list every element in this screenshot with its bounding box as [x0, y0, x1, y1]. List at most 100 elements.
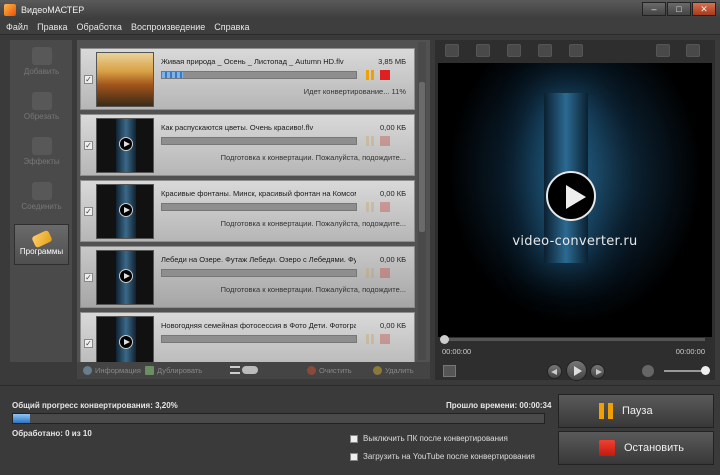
- menu-help[interactable]: Справка: [214, 22, 249, 32]
- play-icon: [119, 203, 133, 217]
- seek-knob[interactable]: [440, 335, 449, 344]
- play-icon: [119, 335, 133, 349]
- pause-icon[interactable]: [366, 334, 374, 344]
- crop-icon[interactable]: [445, 44, 459, 57]
- stop-icon[interactable]: [380, 268, 390, 278]
- close-button[interactable]: ✕: [692, 2, 716, 16]
- sidebar-effects-button[interactable]: Эффекты: [14, 134, 69, 175]
- info-icon: [83, 366, 92, 375]
- file-name: Лебеди на Озере. Футаж Лебеди. Озеро с Л…: [161, 255, 356, 264]
- file-name: Новогодняя семейная фотосессия в Фото Де…: [161, 321, 356, 330]
- list-item[interactable]: ✓ Красивые фонтаны. Минск, красивый фонт…: [80, 180, 415, 242]
- stop-icon[interactable]: [380, 136, 390, 146]
- view-toggle[interactable]: [230, 366, 258, 374]
- sidebar-join-button[interactable]: Соединить: [14, 179, 69, 220]
- stop-label: Остановить: [624, 442, 685, 454]
- list-item[interactable]: ✓ Новогодняя семейная фотосессия в Фото …: [80, 312, 415, 362]
- pause-icon[interactable]: [366, 136, 374, 146]
- item-progress-bar: [161, 203, 357, 211]
- info-label: Информация: [95, 366, 141, 375]
- scrollbar-thumb[interactable]: [419, 82, 425, 232]
- info-button[interactable]: Информация: [83, 366, 141, 375]
- menu-bar: Файл Правка Обработка Воспроизведение Сп…: [0, 19, 720, 35]
- gif-icon[interactable]: [656, 44, 670, 57]
- list-scrollbar[interactable]: [418, 42, 426, 360]
- stop-icon[interactable]: [380, 334, 390, 344]
- youtube-label: Загрузить на YouTube после конвертирован…: [363, 452, 535, 461]
- stop-icon[interactable]: [380, 70, 390, 80]
- toggle-switch-icon[interactable]: [242, 366, 258, 374]
- item-progress-bar: [161, 335, 357, 343]
- file-name: Красивые фонтаны. Минск, красивый фонтан…: [161, 189, 356, 198]
- delete-button[interactable]: Удалить: [373, 366, 414, 375]
- app-logo-icon: [4, 3, 16, 16]
- video-thumbnail: [96, 52, 154, 107]
- video-preview[interactable]: video-converter.ru: [438, 63, 712, 337]
- youtube-checkbox[interactable]: [350, 452, 358, 461]
- shutdown-checkbox[interactable]: [350, 434, 358, 443]
- title-bar: ВидеоМАСТЕР – □ ✕: [0, 0, 720, 19]
- list-item[interactable]: ✓ Живая природа _ Осень _ Листопад _ Aut…: [80, 48, 415, 110]
- volume-knob[interactable]: [701, 366, 710, 375]
- seek-bar[interactable]: [440, 335, 705, 344]
- join-icon: [31, 182, 52, 200]
- clear-button[interactable]: Очистить: [307, 366, 352, 375]
- pause-icon[interactable]: [366, 70, 374, 80]
- sidebar-programs-button[interactable]: Программы: [14, 224, 69, 265]
- list-item[interactable]: ✓ Как распускаются цветы. Очень красиво!…: [80, 114, 415, 176]
- rotate-icon[interactable]: [476, 44, 490, 57]
- video-thumbnail: [96, 184, 154, 239]
- file-size: 0,00 КБ: [380, 123, 406, 132]
- item-checkbox[interactable]: ✓: [84, 141, 93, 150]
- next-button[interactable]: [590, 364, 605, 379]
- brightness-icon[interactable]: [507, 44, 521, 57]
- delete-label: Удалить: [385, 366, 414, 375]
- youtube-option[interactable]: Загрузить на YouTube после конвертирован…: [350, 452, 535, 461]
- play-icon: [119, 269, 133, 283]
- cut-icon: [31, 92, 52, 110]
- volume-slider[interactable]: [664, 370, 706, 372]
- shutdown-option[interactable]: Выключить ПК после конвертирования: [350, 434, 508, 443]
- duplicate-button[interactable]: Дублировать: [145, 366, 202, 375]
- stop-icon[interactable]: [380, 202, 390, 212]
- file-size: 3,85 МБ: [378, 57, 406, 66]
- menu-processing[interactable]: Обработка: [77, 22, 122, 32]
- speed-icon[interactable]: [569, 44, 583, 57]
- item-checkbox[interactable]: ✓: [84, 339, 93, 348]
- pause-icon[interactable]: [366, 268, 374, 278]
- snapshot-icon[interactable]: [443, 365, 456, 377]
- text-overlay-icon[interactable]: [538, 44, 552, 57]
- list-view-icon[interactable]: [230, 366, 240, 374]
- minimize-button[interactable]: –: [642, 2, 666, 16]
- maximize-button[interactable]: □: [667, 2, 691, 16]
- add-video-icon: [31, 47, 52, 65]
- sidebar-add-button[interactable]: Добавить: [14, 44, 69, 85]
- menu-edit[interactable]: Правка: [37, 22, 67, 32]
- sidebar-item-label: Добавить: [23, 67, 60, 76]
- video-thumbnail: [96, 316, 154, 362]
- pause-button[interactable]: Пауза: [558, 394, 714, 428]
- menu-playback[interactable]: Воспроизведение: [131, 22, 205, 32]
- menu-file[interactable]: Файл: [6, 22, 28, 32]
- elapsed-time: Прошло времени: 00:00:34: [446, 401, 552, 410]
- volume-icon[interactable]: [642, 365, 654, 377]
- sidebar-item-label: Программы: [19, 247, 64, 256]
- item-progress-bar: [161, 71, 357, 79]
- file-name: Как распускаются цветы. Очень красиво!.f…: [161, 123, 314, 132]
- item-checkbox[interactable]: ✓: [84, 75, 93, 84]
- previous-button[interactable]: [547, 364, 562, 379]
- list-item[interactable]: ✓ Лебеди на Озере. Футаж Лебеди. Озеро с…: [80, 246, 415, 308]
- stop-button[interactable]: Остановить: [558, 431, 714, 465]
- fullscreen-icon[interactable]: [686, 44, 700, 57]
- item-checkbox[interactable]: ✓: [84, 273, 93, 282]
- item-progress-bar: [161, 137, 357, 145]
- brand-text: video-converter.ru: [512, 234, 638, 249]
- pause-label: Пауза: [622, 405, 653, 417]
- sidebar-cut-button[interactable]: Обрезать: [14, 89, 69, 130]
- item-status: Подготовка к конвертации. Пожалуйста, по…: [220, 285, 406, 294]
- pause-icon[interactable]: [366, 202, 374, 212]
- file-size: 0,00 КБ: [380, 189, 406, 198]
- item-checkbox[interactable]: ✓: [84, 207, 93, 216]
- play-button[interactable]: [566, 360, 587, 381]
- play-icon[interactable]: [546, 171, 596, 221]
